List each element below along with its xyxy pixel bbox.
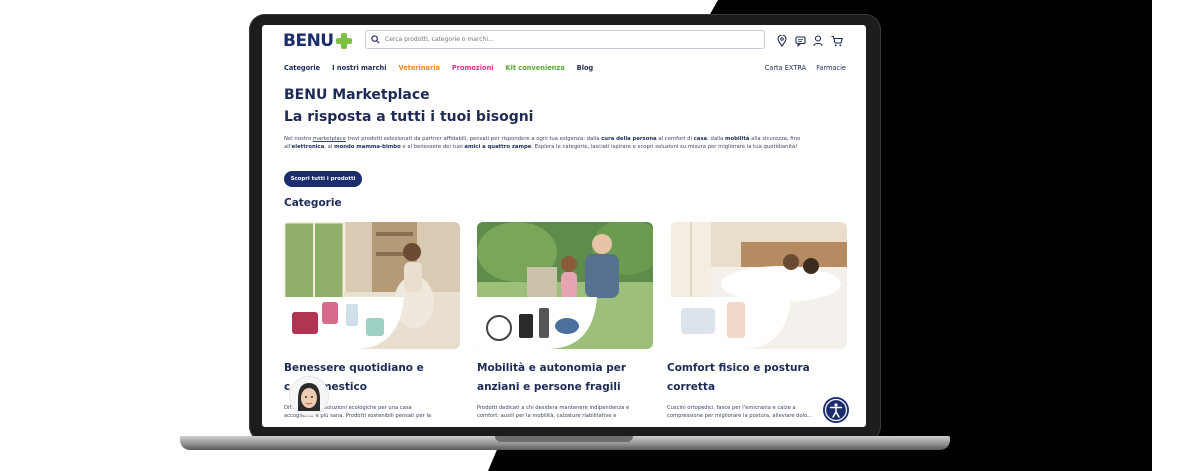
intro-text: trovi prodotti selezionati da partner af… — [345, 136, 602, 142]
category-title-line: Mobilità e autonomia per — [477, 362, 627, 374]
cart-icon[interactable] — [831, 32, 844, 47]
intro-text: . Esplora le categorie, lasciati ispirar… — [531, 144, 798, 151]
page-subtitle: La risposta a tutti i tuoi bisogni — [284, 109, 534, 125]
marketplace-link[interactable]: marketplace — [313, 136, 346, 142]
accessibility-icon — [824, 398, 848, 422]
intro-text: e al benessere dei tuoi — [400, 144, 465, 151]
location-pin-icon[interactable] — [777, 32, 787, 47]
nav-item-blog[interactable]: Blog — [577, 64, 594, 72]
nav-item-marchi[interactable]: I nostri marchi — [332, 64, 386, 72]
intro-text: , dalla — [707, 136, 725, 142]
category-title-comfort[interactable]: Comfort fisico e postura corretta — [667, 359, 810, 397]
logo-wordmark: BENU — [283, 31, 334, 51]
intro-bold: amici a quattro zampe — [464, 144, 532, 151]
green-cross-icon — [335, 33, 352, 49]
intro-paragraph: Nel nostro marketplace trovi prodotti se… — [284, 135, 840, 151]
category-image-mobilita — [477, 222, 653, 349]
accessibility-button[interactable] — [823, 397, 849, 423]
page-title: BENU Marketplace — [284, 87, 430, 103]
laptop-notch — [495, 436, 633, 442]
category-title-line: Benessere quotidiano e — [284, 362, 424, 374]
category-desc-comfort: Cuscini ortopedici, fasce per l'emicrani… — [667, 404, 845, 421]
header-icons — [777, 32, 844, 48]
category-desc-line: Prodotti dedicati a chi desidera mantene… — [477, 405, 630, 411]
category-title-line: anziani e persone fragili — [477, 381, 621, 393]
category-card-mobilita[interactable] — [477, 222, 653, 349]
chat-assistant-avatar[interactable] — [290, 377, 328, 415]
intro-bold: mondo mamma-bimbo — [334, 144, 401, 151]
intro-bold: elettronica — [291, 144, 325, 151]
intro-text: , al — [324, 144, 335, 151]
search-icon — [371, 35, 380, 44]
chat-icon[interactable] — [795, 32, 806, 48]
category-image-comfort — [671, 222, 847, 349]
assistant-face-icon — [290, 377, 328, 415]
categories-heading: Categorie — [284, 197, 342, 209]
secondary-nav: Carta EXTRA Farmacie — [765, 64, 846, 72]
intro-bold: mobilità — [724, 136, 750, 142]
browser-screen: BENU Categorie I nostri marchi Veterinar… — [262, 25, 866, 427]
user-icon[interactable] — [813, 32, 823, 47]
nav-item-categorie[interactable]: Categorie — [284, 64, 320, 72]
benu-logo[interactable]: BENU — [283, 31, 352, 51]
nav-item-promozioni[interactable]: Promozioni — [452, 64, 494, 72]
category-title-line: Comfort fisico e postura — [667, 362, 810, 374]
intro-text: Nel nostro — [284, 136, 313, 142]
nav-item-kit-convenienza[interactable]: Kit convenienza — [506, 64, 565, 72]
search-input[interactable] — [385, 36, 755, 43]
category-desc-line: comfort: ausili per la mobilità, calzatu… — [477, 413, 617, 420]
intro-bold: casa — [693, 136, 708, 142]
category-desc-mobilita: Prodotti dedicati a chi desidera mantene… — [477, 404, 655, 421]
category-desc-line: Cuscini ortopedici, fasce per l'emicrani… — [667, 405, 796, 411]
category-card-comfort[interactable] — [671, 222, 847, 349]
search-bar[interactable] — [365, 30, 765, 49]
main-nav: Categorie I nostri marchi Veterinaria Pr… — [284, 64, 593, 72]
category-desc-line: compressione per migliorare la postura, … — [667, 413, 813, 420]
nav-item-farmacie[interactable]: Farmacie — [816, 64, 846, 72]
category-title-mobilita[interactable]: Mobilità e autonomia per anziani e perso… — [477, 359, 626, 397]
discover-all-products-button[interactable]: Scopri tutti i prodotti — [284, 171, 362, 187]
intro-bold: cura della persona — [601, 136, 657, 142]
nav-item-carta-extra[interactable]: Carta EXTRA — [765, 64, 807, 72]
nav-item-veterinaria[interactable]: Veterinaria — [398, 64, 439, 72]
category-card-benessere[interactable] — [284, 222, 460, 349]
intro-text: al comfort di — [656, 136, 694, 142]
category-title-line: corretta — [667, 381, 716, 393]
category-image-benessere — [284, 222, 460, 349]
